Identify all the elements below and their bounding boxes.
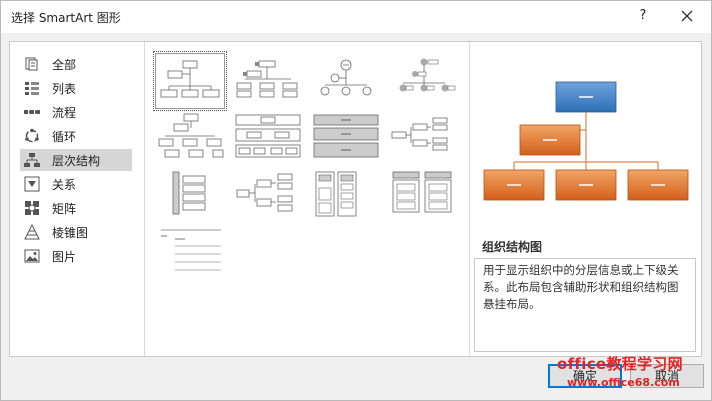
category-label: 列表	[52, 82, 77, 96]
category-label: 关系	[52, 178, 77, 192]
category-panel: 全部 列表 流程 循环 层次结构 关系 矩阵 棱锥图 图片	[10, 42, 145, 356]
preview-description: 用于显示组织中的分层信息或上下级关系。此布局包含辅助形状和组织结构图悬挂布局。	[474, 258, 696, 352]
category-picture[interactable]: 图片	[20, 245, 132, 267]
preview-org-chart-image	[483, 81, 689, 201]
layout-hierarchy[interactable]	[233, 112, 303, 168]
layout-circle-org-chart[interactable]	[389, 53, 459, 109]
process-icon	[24, 110, 40, 114]
layout-half-circle-org-chart[interactable]	[155, 112, 225, 168]
watermark-title: office教程学习网	[557, 355, 683, 373]
list-icon	[25, 82, 39, 95]
category-all[interactable]: 全部	[20, 53, 132, 75]
matrix-icon	[25, 201, 39, 215]
category-relationship[interactable]: 关系	[20, 173, 132, 195]
help-button[interactable]: ?	[635, 6, 651, 26]
category-label: 流程	[52, 106, 77, 120]
category-label: 图片	[52, 250, 77, 264]
close-icon	[681, 10, 693, 22]
title-bar: 选择 SmartArt 图形 ?	[1, 1, 711, 33]
smartart-dialog: 选择 SmartArt 图形 ? 全部 列表 流程 循环 层次结构 关系 矩阵 …	[0, 0, 712, 401]
category-pyramid[interactable]: 棱锥图	[20, 221, 132, 243]
layout-horizontal-hierarchy[interactable]	[155, 170, 225, 226]
category-process[interactable]: 流程	[20, 101, 132, 123]
preview-panel: 组织结构图 用于显示组织中的分层信息或上下级关系。此布局包含辅助形状和组织结构图…	[470, 42, 702, 356]
layout-labeled-hierarchy[interactable]	[311, 112, 381, 168]
category-label: 层次结构	[52, 154, 101, 168]
pyramid-icon	[24, 224, 40, 240]
preview-title: 组织结构图	[482, 240, 543, 254]
dialog-title: 选择 SmartArt 图形	[11, 11, 121, 25]
watermark-url: www.office68.com	[567, 376, 680, 389]
layout-name-title-org-chart[interactable]	[311, 53, 381, 109]
layout-vertical-bracket-list[interactable]	[233, 170, 303, 226]
layout-gallery	[145, 42, 470, 356]
picture-icon	[24, 249, 40, 263]
category-list[interactable]: 列表	[20, 77, 132, 99]
all-icon	[25, 57, 38, 71]
layout-horizontal-multi-level[interactable]	[311, 170, 381, 226]
layout-org-chart[interactable]	[153, 51, 227, 111]
category-cycle[interactable]: 循环	[20, 125, 132, 147]
layout-lined-list[interactable]	[155, 226, 225, 282]
layout-picture-org-chart[interactable]	[233, 53, 303, 109]
category-label: 循环	[52, 130, 77, 144]
category-label: 棱锥图	[52, 226, 89, 240]
category-label: 全部	[52, 58, 77, 72]
category-hierarchy[interactable]: 层次结构	[20, 149, 132, 171]
relationship-icon	[24, 176, 40, 192]
category-label: 矩阵	[52, 202, 77, 216]
layout-table-hierarchy[interactable]	[389, 112, 459, 168]
content-area: 全部 列表 流程 循环 层次结构 关系 矩阵 棱锥图 图片 组织结构图 用于显示…	[9, 41, 702, 357]
close-button[interactable]	[677, 6, 697, 26]
hierarchy-icon	[24, 153, 40, 167]
cycle-icon	[25, 128, 39, 143]
category-matrix[interactable]: 矩阵	[20, 197, 132, 219]
layout-nested-list[interactable]	[389, 170, 459, 226]
